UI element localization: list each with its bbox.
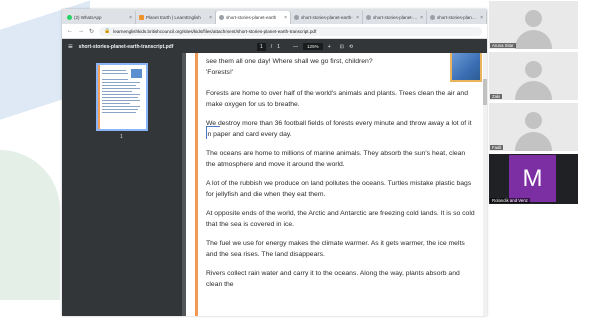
participant-name: Aruna Sitar bbox=[490, 43, 516, 48]
participant-tile[interactable]: Zaki bbox=[489, 52, 578, 100]
avatar bbox=[515, 30, 552, 49]
avatar: M bbox=[509, 155, 556, 202]
reload-icon[interactable]: ↻ bbox=[89, 28, 94, 35]
close-icon[interactable]: × bbox=[209, 15, 212, 21]
pdf-toolbar: ≡ short-stories-planet-earth-transcript.… bbox=[62, 39, 487, 54]
avatar bbox=[525, 10, 542, 27]
avatar bbox=[515, 132, 552, 151]
paragraph: Rivers collect rain water and carry it t… bbox=[206, 270, 460, 288]
rotate-icon[interactable]: ⟲ bbox=[349, 44, 353, 50]
paragraph: The fuel we use for energy makes the cli… bbox=[206, 240, 465, 258]
page-text: see them all one day! Where shall we go … bbox=[206, 57, 476, 299]
pdf-filename: short-stories-planet-earth-transcript.pd… bbox=[78, 43, 174, 50]
zoom-out-icon[interactable]: — bbox=[293, 44, 298, 50]
page-margin-bar bbox=[195, 53, 198, 316]
participant-tile[interactable]: Aruna Sitar bbox=[489, 1, 578, 49]
page-total: 1 bbox=[277, 43, 280, 50]
zoom-in-icon[interactable]: + bbox=[328, 44, 331, 50]
tab-whatsapp[interactable]: (2) WhatsApp × bbox=[64, 11, 136, 24]
text-selection-cursor bbox=[206, 126, 220, 139]
paragraph: We destroy more than 36 football fields … bbox=[206, 120, 472, 138]
pdf-page: see them all one day! Where shall we go … bbox=[186, 53, 486, 316]
avatar bbox=[525, 112, 542, 129]
globe-icon bbox=[366, 15, 371, 20]
whatsapp-icon bbox=[67, 15, 72, 20]
fit-page-icon[interactable]: ⊡ bbox=[340, 44, 344, 50]
thumbnail-sidebar: 1 bbox=[62, 53, 182, 316]
page-number-input[interactable]: 1 bbox=[257, 42, 266, 51]
address-bar: ← → ↻ 🔒 learnenglishkids.britishcouncil.… bbox=[62, 24, 487, 39]
paragraph: At opposite ends of the world, the Arcti… bbox=[206, 210, 475, 228]
participant-tile-active[interactable]: M Rolandik and Venz bbox=[489, 154, 578, 204]
forward-icon[interactable]: → bbox=[78, 28, 84, 34]
text-line: 'Forests!' bbox=[206, 68, 234, 76]
paragraph: A lot of the rubbish we produce on land … bbox=[206, 180, 472, 198]
avatar bbox=[525, 61, 542, 78]
pdf-controls: 1 / 1 — 125% + ⊡ ⟲ bbox=[257, 42, 353, 51]
close-icon[interactable]: × bbox=[129, 15, 132, 21]
close-icon[interactable]: × bbox=[356, 15, 359, 21]
participant-tile[interactable]: Fadil bbox=[489, 103, 578, 151]
tab-pdf-4[interactable]: short-stories-planet-earth- × bbox=[427, 11, 487, 24]
browser-window: (2) WhatsApp × Planet Earth | LearnEngli… bbox=[62, 9, 487, 316]
participant-name: Zaki bbox=[490, 94, 503, 99]
page-separator: / bbox=[270, 43, 273, 50]
paragraph: Forests are home to over half of the wor… bbox=[206, 90, 468, 108]
globe-icon bbox=[430, 15, 435, 20]
pdf-viewer: 1 see them all one day! Where shall we g… bbox=[62, 53, 487, 316]
tab-planet-earth[interactable]: Planet Earth | LearnEnglish × bbox=[136, 11, 216, 24]
close-icon[interactable]: × bbox=[420, 15, 423, 21]
menu-icon[interactable]: ≡ bbox=[68, 42, 73, 51]
text-line: see them all one day! Where shall we go … bbox=[206, 58, 373, 65]
background-shape bbox=[0, 150, 60, 300]
paragraph: The oceans are home to millions of marin… bbox=[206, 150, 466, 168]
url-field[interactable]: 🔒 learnenglishkids.britishcouncil.org/si… bbox=[99, 26, 482, 36]
tab-pdf-3[interactable]: short-stories-planet-earth- × bbox=[363, 11, 427, 24]
participant-name: Fadil bbox=[490, 145, 504, 150]
thumbnail-page-number: 1 bbox=[120, 134, 123, 140]
avatar bbox=[515, 81, 552, 100]
url-text: learnenglishkids.britishcouncil.org/site… bbox=[113, 28, 317, 34]
scrollbar-thumb[interactable] bbox=[483, 79, 487, 105]
zoom-level-input[interactable]: 125% bbox=[302, 43, 323, 50]
site-icon bbox=[139, 15, 144, 20]
close-icon[interactable]: × bbox=[480, 15, 483, 21]
lock-icon: 🔒 bbox=[104, 28, 111, 34]
close-icon[interactable]: × bbox=[284, 15, 287, 21]
back-icon[interactable]: ← bbox=[67, 28, 73, 34]
page-thumbnail[interactable] bbox=[96, 63, 148, 131]
tab-strip: (2) WhatsApp × Planet Earth | LearnEngli… bbox=[62, 9, 487, 24]
participant-name: Rolandik and Venz bbox=[490, 198, 530, 203]
tab-pdf-active[interactable]: short-stories-planet-earth × bbox=[216, 11, 291, 24]
tab-pdf-2[interactable]: short-stories-planet-earth- × bbox=[291, 11, 363, 24]
avatar-initial: M bbox=[522, 164, 543, 192]
globe-icon bbox=[294, 15, 299, 20]
globe-icon bbox=[219, 15, 224, 20]
